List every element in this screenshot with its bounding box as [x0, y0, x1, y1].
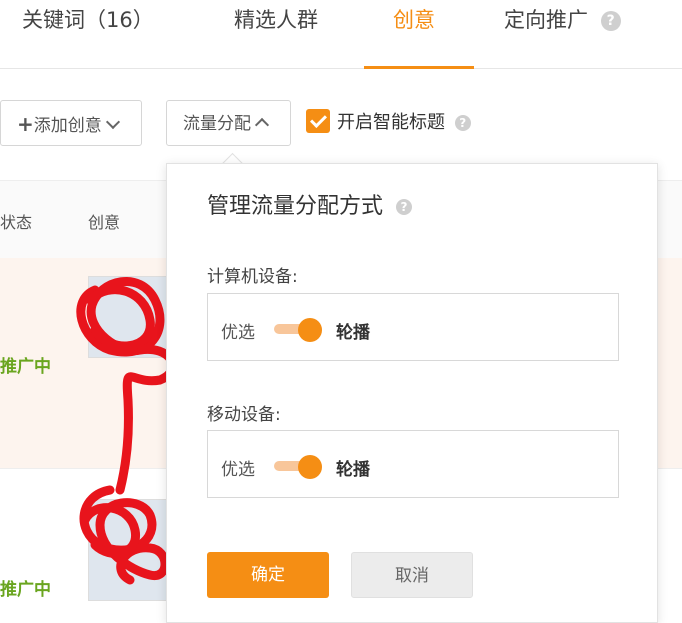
- status-badge: 推广中: [0, 580, 51, 600]
- tab-creative[interactable]: 创意: [393, 0, 435, 68]
- chevron-down-icon: [105, 114, 120, 130]
- active-tab-indicator: [364, 66, 474, 69]
- option-optimal-label: 优选: [221, 460, 255, 480]
- help-icon[interactable]: ?: [396, 199, 413, 215]
- popover-title-text: 管理流量分配方式: [207, 194, 384, 219]
- tab-bar: 关键词（16） 精选人群 创意 定向推广 ?: [0, 0, 682, 69]
- cancel-button[interactable]: 取消: [351, 552, 473, 598]
- tab-targeting[interactable]: 定向推广 ?: [504, 0, 621, 68]
- help-icon[interactable]: ?: [454, 115, 471, 131]
- traffic-allocation-button[interactable]: 流量分配: [166, 100, 291, 146]
- popover-title: 管理流量分配方式 ?: [207, 188, 413, 220]
- tab-targeting-label: 定向推广: [504, 8, 588, 32]
- add-creative-label: 添加创意: [33, 116, 102, 136]
- plus-icon: +: [17, 112, 34, 136]
- creative-thumbnail[interactable]: [88, 499, 168, 601]
- confirm-button[interactable]: 确定: [207, 552, 329, 598]
- smart-title-text: 开启智能标题: [337, 112, 445, 133]
- traffic-allocation-popover: 管理流量分配方式 ? 计算机设备: 优选 轮播 移动设备: 优选 轮播 确定 取…: [166, 163, 658, 623]
- help-icon[interactable]: ?: [600, 11, 621, 31]
- add-creative-button[interactable]: +添加创意: [0, 100, 142, 146]
- status-badge: 推广中: [0, 357, 51, 377]
- creative-thumbnail[interactable]: [88, 276, 168, 358]
- smart-title-label: 开启智能标题 ?: [337, 108, 471, 134]
- switch-knob[interactable]: [298, 318, 322, 342]
- option-rotation-label: 轮播: [336, 460, 370, 480]
- tab-keywords[interactable]: 关键词（16）: [22, 0, 154, 68]
- tab-audience-label: 精选人群: [234, 8, 318, 32]
- chevron-up-icon: [254, 117, 270, 133]
- smart-title-checkbox[interactable]: [306, 109, 330, 133]
- tab-audience[interactable]: 精选人群: [234, 0, 318, 68]
- mobile-device-label: 移动设备:: [207, 405, 281, 425]
- header-status: 状态: [0, 213, 33, 232]
- traffic-allocation-label: 流量分配: [183, 114, 251, 134]
- desktop-device-label: 计算机设备:: [207, 267, 298, 287]
- option-rotation-label: 轮播: [336, 323, 370, 343]
- desktop-toggle-box: 优选 轮播: [207, 293, 619, 361]
- tab-creative-label: 创意: [393, 8, 435, 32]
- option-optimal-label: 优选: [221, 323, 255, 343]
- tab-keywords-label: 关键词（16）: [22, 8, 154, 32]
- switch-knob[interactable]: [298, 455, 322, 479]
- mobile-toggle-box: 优选 轮播: [207, 430, 619, 498]
- header-creative: 创意: [88, 213, 121, 232]
